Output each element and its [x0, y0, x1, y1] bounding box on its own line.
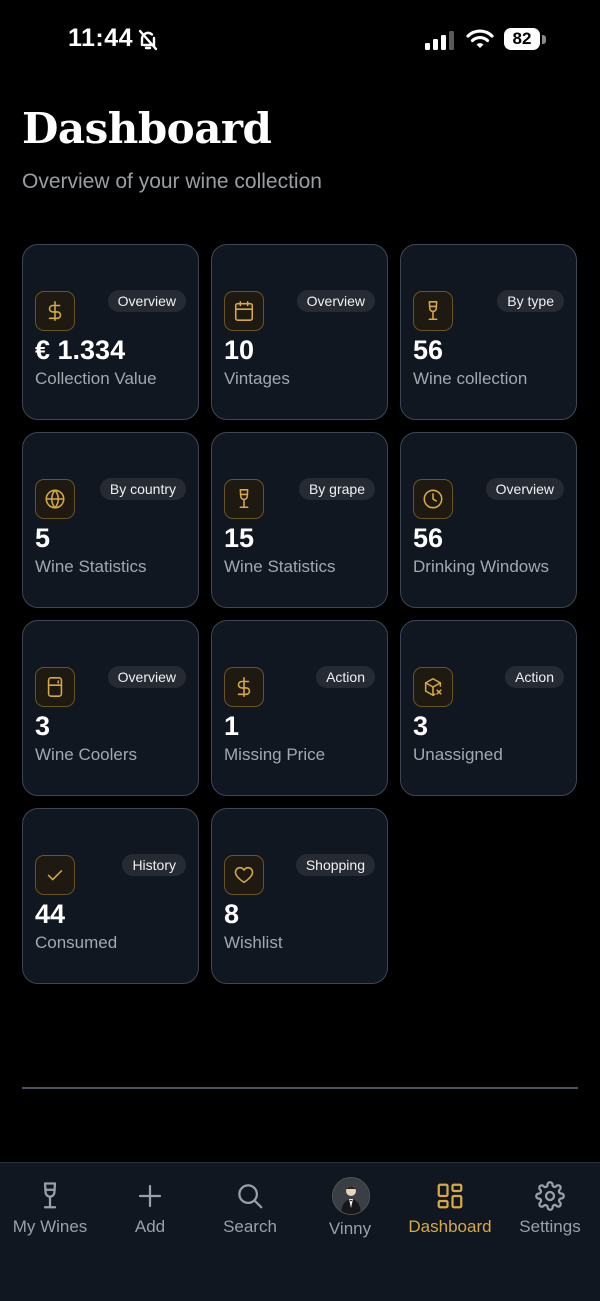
card-value: 5: [35, 523, 51, 553]
card-label: Wine Coolers: [35, 745, 138, 764]
search-icon: [235, 1181, 265, 1211]
card-unassigned[interactable]: Action 3 Unassigned: [400, 620, 577, 796]
card-badge: By grape: [298, 478, 375, 500]
card-value: 1: [224, 711, 240, 741]
card-badge: History: [122, 854, 186, 876]
card-badge: Overview: [296, 290, 375, 312]
card-value: 56: [413, 523, 444, 553]
card-value: 56: [413, 335, 444, 365]
card-consumed[interactable]: History 44 Consumed: [22, 808, 199, 984]
card-collection-value[interactable]: Overview € 1.334 Collection Value: [22, 244, 199, 420]
section-divider: [22, 1087, 578, 1089]
tab-label: Add: [134, 1217, 166, 1236]
card-wine-statistics-country[interactable]: By country 5 Wine Statistics: [22, 432, 199, 608]
page-title: Dashboard: [22, 104, 272, 153]
card-value: 10: [224, 335, 255, 365]
card-label: Unassigned: [413, 745, 503, 764]
plus-icon: [135, 1181, 165, 1211]
card-vintages[interactable]: Overview 10 Vintages: [211, 244, 388, 420]
dashboard-card-grid: Overview € 1.334 Collection Value Overvi…: [22, 244, 578, 984]
tab-label: Dashboard: [408, 1217, 492, 1236]
card-label: Wine collection: [413, 369, 528, 388]
card-drinking-windows[interactable]: Overview 56 Drinking Windows: [400, 432, 577, 608]
card-badge: Overview: [107, 290, 186, 312]
gear-icon: [535, 1181, 565, 1211]
dashboard-grid-icon: [435, 1181, 465, 1211]
status-time: 11:44: [68, 24, 134, 52]
card-label: Collection Value: [35, 369, 157, 388]
bell-off-icon: [138, 29, 158, 51]
card-badge: Shopping: [295, 854, 375, 876]
card-label: Wine Statistics: [35, 557, 147, 576]
card-missing-price[interactable]: Action 1 Missing Price: [211, 620, 388, 796]
card-label: Consumed: [35, 933, 118, 952]
tab-search[interactable]: Search: [200, 1163, 300, 1263]
wine-glass-icon: [35, 1181, 65, 1211]
card-badge: Overview: [107, 666, 186, 688]
card-wishlist[interactable]: Shopping 8 Wishlist: [211, 808, 388, 984]
calendar-icon: [224, 291, 264, 331]
clock-icon: [413, 479, 453, 519]
box-x-icon: [413, 667, 453, 707]
card-value: 3: [35, 711, 51, 741]
dollar-icon: [35, 291, 75, 331]
card-value: € 1.334: [35, 335, 126, 365]
battery-level: 82: [504, 28, 540, 50]
fridge-icon: [35, 667, 75, 707]
tab-dashboard[interactable]: Dashboard: [400, 1163, 500, 1263]
dollar-icon: [224, 667, 264, 707]
tab-label: Settings: [519, 1217, 581, 1236]
card-label: Wishlist: [224, 933, 283, 952]
card-wine-collection[interactable]: By type 56 Wine collection: [400, 244, 577, 420]
card-label: Missing Price: [224, 745, 326, 764]
tab-label: Vinny: [328, 1219, 372, 1238]
bottom-tab-bar: My Wines Add Search Vinny Dashboard Sett…: [0, 1162, 600, 1301]
avatar[interactable]: [332, 1177, 370, 1215]
card-badge: By country: [99, 478, 186, 500]
battery-icon: 82: [504, 28, 548, 52]
heart-icon: [224, 855, 264, 895]
card-value: 15: [224, 523, 255, 553]
card-wine-coolers[interactable]: Overview 3 Wine Coolers: [22, 620, 199, 796]
tab-settings[interactable]: Settings: [500, 1163, 600, 1263]
card-badge: Overview: [485, 478, 564, 500]
wine-glass-icon: [224, 479, 264, 519]
wine-glass-icon: [413, 291, 453, 331]
globe-icon: [35, 479, 75, 519]
card-label: Drinking Windows: [413, 557, 550, 576]
card-badge: Action: [505, 666, 564, 688]
tab-label: Search: [223, 1217, 277, 1236]
cellular-signal-icon: [425, 31, 454, 50]
wifi-icon: [466, 29, 494, 48]
card-value: 8: [224, 899, 240, 929]
tab-add[interactable]: Add: [100, 1163, 200, 1263]
card-value: 3: [413, 711, 429, 741]
page-subtitle: Overview of your wine collection: [22, 170, 322, 193]
card-label: Vintages: [224, 369, 290, 388]
card-value: 44: [35, 899, 66, 929]
card-badge: Action: [316, 666, 375, 688]
status-bar: 11:44 82: [0, 0, 600, 80]
check-icon: [35, 855, 75, 895]
tab-label: My Wines: [12, 1217, 88, 1236]
tab-my-wines[interactable]: My Wines: [0, 1163, 100, 1263]
card-badge: By type: [497, 290, 564, 312]
card-wine-statistics-grape[interactable]: By grape 15 Wine Statistics: [211, 432, 388, 608]
card-label: Wine Statistics: [224, 557, 336, 576]
